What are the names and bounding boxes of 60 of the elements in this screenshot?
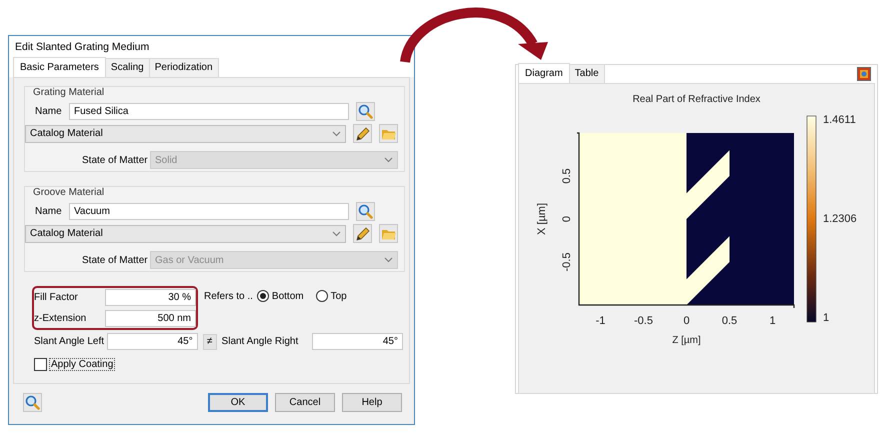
chart-title: Real Part of Refractive Index (632, 93, 762, 107)
search-icon (358, 204, 373, 219)
dropdown[interactable]: Catalog Material (25, 124, 346, 142)
search-icon (25, 395, 40, 410)
link-button[interactable]: ≠ (202, 334, 217, 350)
field-label: State of Matter (81, 254, 149, 266)
dialog-button[interactable]: Help (342, 393, 402, 412)
pencil-icon (355, 126, 370, 141)
axis-tick-label: -0.5 (561, 252, 573, 272)
field-label: Slant Angle Right (222, 336, 300, 347)
pencil-icon (355, 226, 370, 241)
field-label: Fill Factor (34, 292, 79, 303)
axis-tick-label: -1 (596, 315, 606, 327)
pencil-button[interactable] (353, 124, 372, 143)
input-field[interactable]: 500 nm (105, 310, 196, 327)
axis-tick-label: 0.5 (561, 168, 573, 184)
axis-tick-label: 0 (683, 315, 690, 327)
search-button[interactable] (356, 202, 375, 221)
search-icon (358, 104, 373, 119)
axis-tick-label: 0.5 (722, 315, 738, 327)
colorbar-label: 1.4611 (823, 114, 856, 126)
tab[interactable]: Periodization (148, 58, 219, 77)
colorbar-label: 1.2306 (823, 213, 857, 225)
window-title: Edit Slanted Grating Medium (9, 36, 414, 58)
search-button[interactable] (356, 102, 375, 121)
chevron-down-icon (332, 230, 342, 236)
input-field[interactable]: 45° (106, 333, 198, 350)
field-label: Slant Angle Left (34, 336, 106, 347)
colormap-icon[interactable] (857, 67, 871, 81)
dropdown[interactable]: Catalog Material (25, 224, 346, 242)
input-field[interactable]: 30 % (105, 289, 196, 306)
field-label: State of Matter (81, 154, 149, 166)
radio-button[interactable]: Top (316, 290, 347, 302)
axis-label: X [µm] (536, 203, 548, 235)
pencil-button[interactable] (353, 224, 372, 243)
input-field[interactable]: Vacuum (69, 203, 349, 220)
chevron-down-icon (384, 257, 393, 263)
axis-tick-label: 1 (769, 315, 776, 327)
chevron-down-icon (384, 157, 393, 163)
axis-tick-label: -0.5 (634, 315, 653, 327)
group-label: Grating Material (32, 87, 106, 99)
search-button[interactable] (23, 393, 42, 412)
axis-tick-label: 0 (561, 216, 573, 222)
input-field[interactable]: 45° (312, 333, 403, 350)
tab[interactable]: Scaling (104, 58, 150, 77)
field-label: Name (34, 206, 63, 217)
dialog-button[interactable]: Cancel (275, 393, 335, 412)
tab[interactable]: Basic Parameters (13, 57, 106, 77)
input-field[interactable]: Fused Silica (69, 103, 349, 120)
field-label: Refers to .. (204, 290, 253, 302)
colorbar-label: 1 (823, 312, 830, 324)
radio-button[interactable]: Bottom (256, 290, 304, 302)
tab[interactable]: Diagram (518, 63, 570, 83)
tab[interactable]: Table (568, 64, 605, 83)
group-label: Groove Material (32, 187, 106, 199)
field-label: z-Extension (34, 313, 88, 324)
field-label: Name (34, 106, 63, 117)
chevron-down-icon (332, 130, 342, 136)
dialog-button[interactable]: OK (208, 393, 268, 412)
axis-label: Z [µm] (672, 335, 701, 346)
